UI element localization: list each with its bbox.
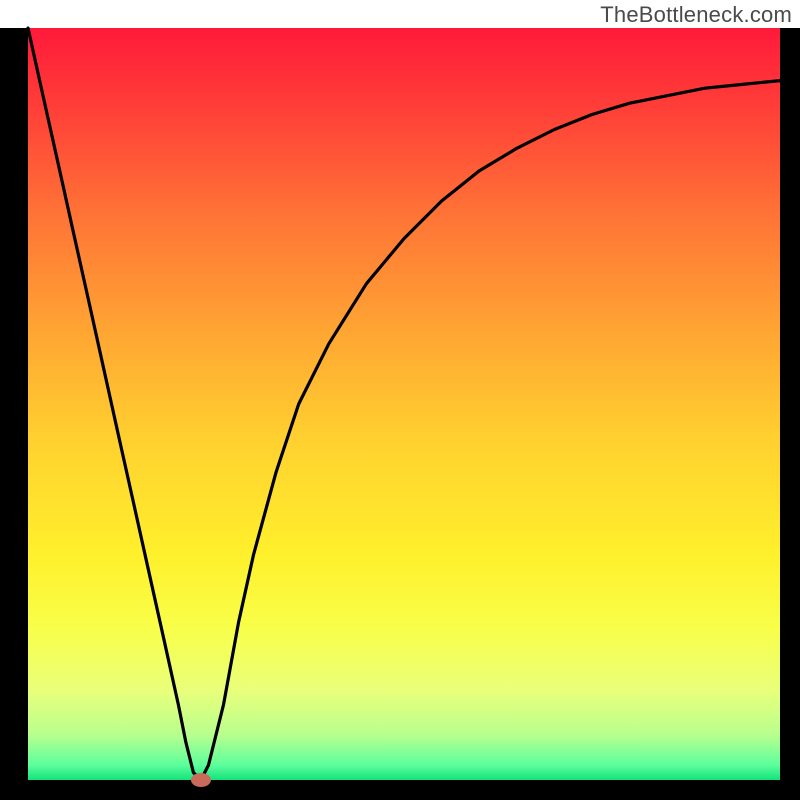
optimal-point-marker <box>191 773 211 787</box>
axis-right-bar <box>780 28 800 800</box>
chart-container: TheBottleneck.com <box>0 0 800 800</box>
axis-bottom-bar <box>0 780 800 800</box>
axis-left-bar <box>0 28 28 800</box>
watermark-text: TheBottleneck.com <box>600 2 792 28</box>
bottleneck-chart <box>0 0 800 800</box>
plot-background <box>28 28 780 780</box>
